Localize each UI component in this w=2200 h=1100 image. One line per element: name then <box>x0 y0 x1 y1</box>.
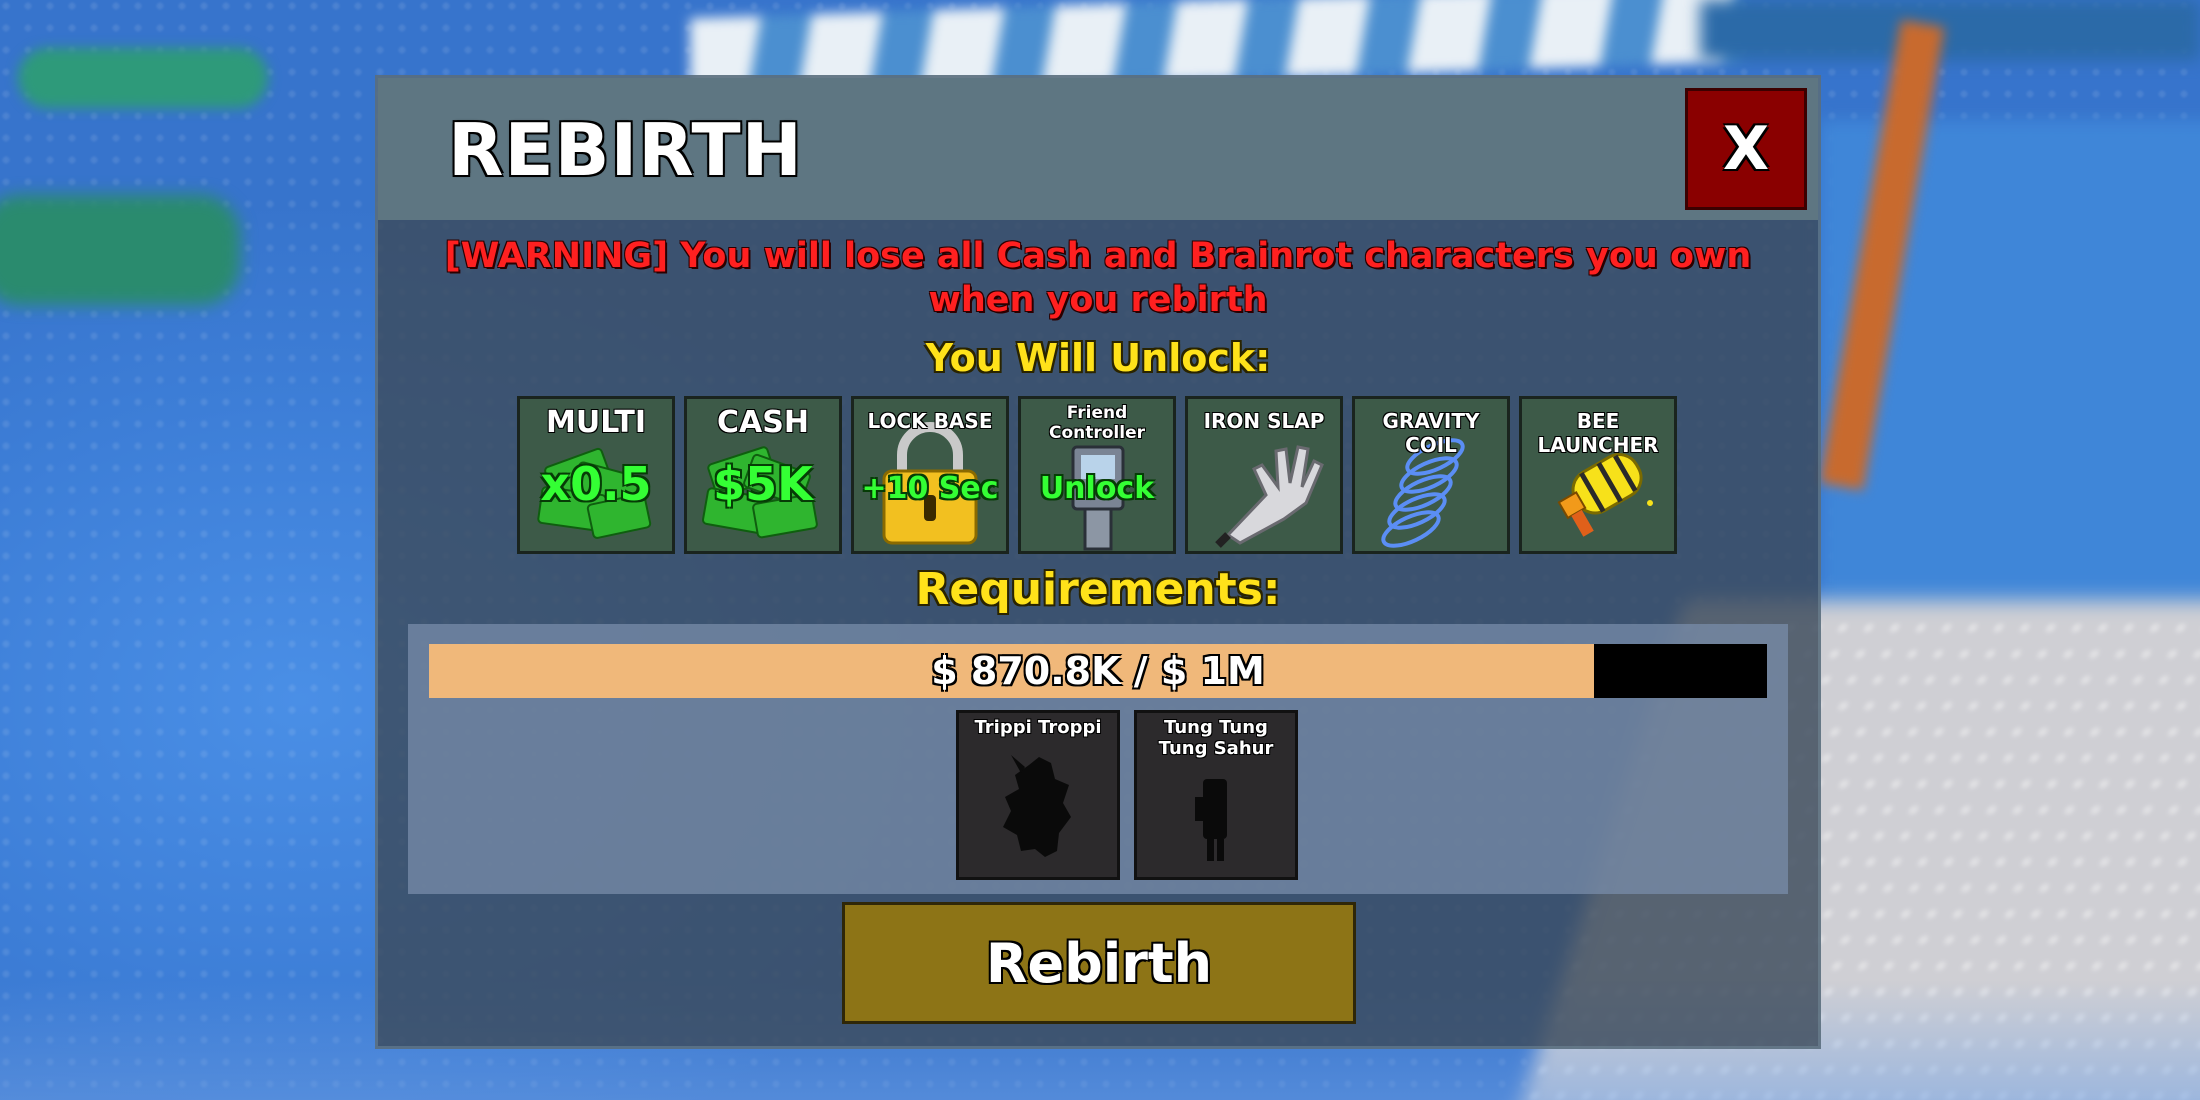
required-character-name: Trippi Troppi <box>974 717 1102 738</box>
unlock-item-friend-controller: Friend Controller Unlock <box>1018 396 1176 554</box>
warning-message: [WARNING] You will lose all Cash and Bra… <box>378 234 1818 322</box>
unlock-item-label: LOCK BASE <box>867 409 993 433</box>
warning-line-2: when you rebirth <box>928 280 1268 320</box>
unlock-heading: You Will Unlock: <box>925 336 1271 380</box>
unlock-item-label: MULTI <box>546 405 646 440</box>
required-character-trippi-troppi: Trippi Troppi <box>956 710 1120 880</box>
panel-title: REBIRTH <box>448 108 803 192</box>
cash-progress-bar: $ 870.8K / $ 1M <box>429 644 1767 698</box>
unlock-item-value: +10 Sec <box>861 471 999 506</box>
requirements-box: $ 870.8K / $ 1M Trippi Troppi Tung Tung … <box>408 624 1788 894</box>
unlock-item-label: CASH <box>717 405 809 440</box>
unlock-item-cash: CASH $5K <box>684 396 842 554</box>
cash-progress-text: $ 870.8K / $ 1M <box>931 649 1265 693</box>
rebirth-button-label: Rebirth <box>985 931 1213 995</box>
unlock-item-value: x0.5 <box>540 457 652 511</box>
close-icon: X <box>1722 114 1770 184</box>
panel-header: REBIRTH X <box>378 78 1818 220</box>
unlock-item-value: Unlock <box>1039 471 1155 506</box>
unlock-item-iron-slap: IRON SLAP <box>1185 396 1343 554</box>
unlock-item-multi: MULTI x0.5 <box>517 396 675 554</box>
required-character-name: Tung Tung Tung Sahur <box>1158 717 1274 759</box>
rebirth-button[interactable]: Rebirth <box>842 902 1356 1024</box>
rebirth-panel: REBIRTH X [WARNING] You will lose all Ca… <box>378 78 1818 1046</box>
close-button[interactable]: X <box>1685 88 1807 210</box>
unlock-item-label: Friend Controller <box>1048 403 1145 443</box>
unlock-item-bee-launcher: BEE LAUNCHER <box>1519 396 1677 554</box>
required-character-tung-tung-tung-sahur: Tung Tung Tung Sahur <box>1134 710 1298 880</box>
unlock-item-label: BEE LAUNCHER <box>1537 409 1659 457</box>
unlock-item-gravity-coil: GRAVITY COIL <box>1352 396 1510 554</box>
unlock-item-label: GRAVITY COIL <box>1382 409 1480 457</box>
unlock-item-label: IRON SLAP <box>1203 409 1325 433</box>
requirements-heading: Requirements: <box>915 564 1281 615</box>
unlock-item-value: $5K <box>713 457 813 511</box>
unlock-item-lock-base: LOCK BASE +10 Sec <box>851 396 1009 554</box>
warning-line-1: [WARNING] You will lose all Cash and Bra… <box>444 236 1752 276</box>
